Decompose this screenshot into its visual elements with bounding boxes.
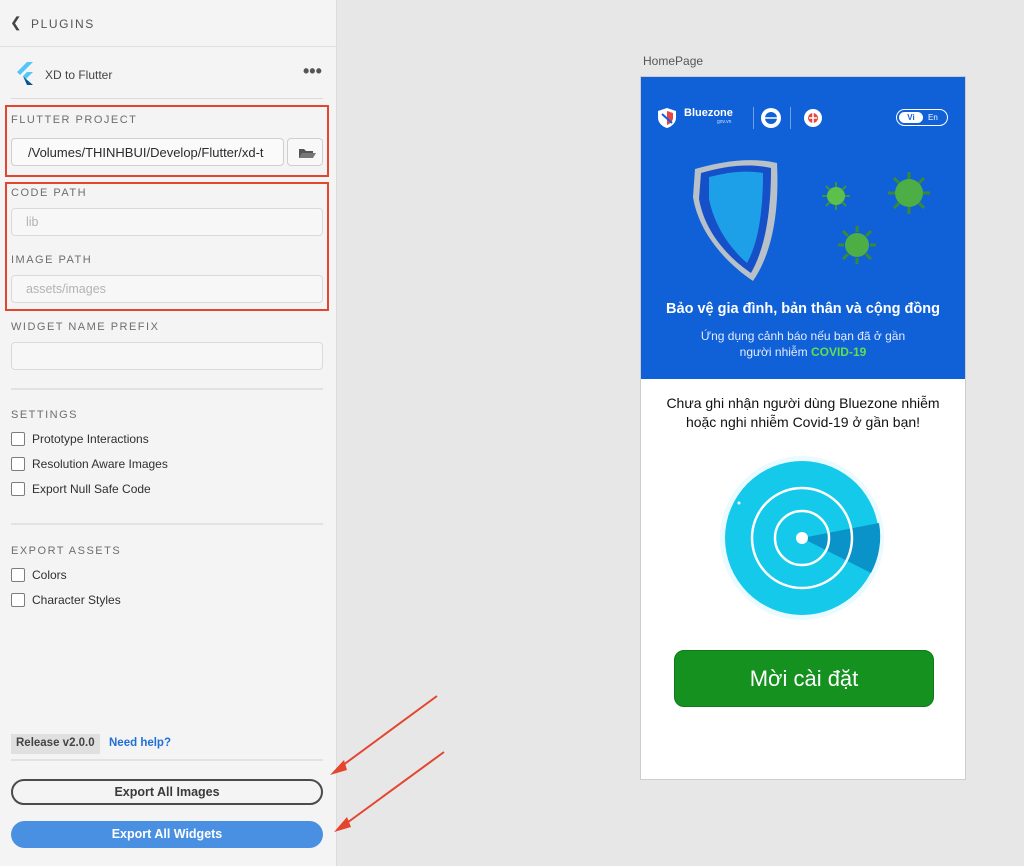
artboard-label[interactable]: HomePage [643, 54, 703, 68]
health-ministry-emblem-icon [804, 109, 822, 127]
code-path-input[interactable]: lib [11, 208, 323, 236]
bluezone-shield-logo-icon [658, 108, 676, 128]
checkbox-prototype-interactions[interactable]: Prototype Interactions [11, 431, 149, 447]
hero-subline: Ứng dụng cảnh báo nếu bạn đã ở gần [700, 329, 906, 343]
annotation-arrows [330, 695, 445, 832]
language-toggle[interactable]: Vi En [896, 109, 948, 126]
chevron-left-icon[interactable]: ❮ [10, 14, 22, 31]
divider [11, 759, 323, 761]
image-path-label: IMAGE PATH [11, 254, 93, 266]
hero-subline-text: người nhiễm [739, 345, 811, 359]
virus-icon [838, 226, 876, 264]
panel-header: ❮ PLUGINS [0, 0, 337, 47]
checkbox-character-styles[interactable]: Character Styles [11, 592, 121, 608]
brand-name: Bluezone [684, 107, 733, 119]
virus-icon [888, 172, 930, 214]
status-message: Chưa ghi nhận người dùng Bluezone nhiễm [666, 395, 940, 411]
plugin-panel: ❮ PLUGINS XD to Flutter ••• FLUTTER PROJ… [0, 0, 337, 866]
checkbox-label: Prototype Interactions [32, 432, 149, 446]
hero-subline: người nhiễm COVID-19 [641, 345, 965, 359]
more-dots-icon[interactable]: ••• [303, 61, 322, 82]
arrow-to-export-widgets [334, 751, 445, 832]
checkbox-label: Export Null Safe Code [32, 482, 151, 496]
virus-icon [822, 182, 850, 210]
divider [753, 107, 754, 129]
divider [11, 98, 323, 99]
install-button[interactable]: Mời cài đặt [674, 650, 934, 707]
shield-illustration-icon [693, 160, 778, 281]
browse-folder-button[interactable] [287, 138, 323, 166]
checkbox-label: Colors [32, 568, 67, 582]
code-path-label: CODE PATH [11, 187, 88, 199]
export-all-widgets-button[interactable]: Export All Widgets [11, 821, 323, 848]
checkbox-icon[interactable] [11, 568, 25, 582]
checkbox-resolution-aware-images[interactable]: Resolution Aware Images [11, 456, 168, 472]
plugin-name: XD to Flutter [45, 68, 113, 82]
release-badge: Release v2.0.0 [11, 734, 100, 754]
artboard-homepage[interactable]: Bluezone gov.vn Vi En Bảo vệ gia đình, b… [640, 76, 966, 780]
checkbox-icon[interactable] [11, 482, 25, 496]
radar-scan-icon [720, 456, 884, 620]
flutter-logo-icon [17, 62, 33, 85]
ministry-emblem-icon [761, 108, 781, 128]
covid-highlight: COVID-19 [810, 345, 867, 359]
widget-prefix-input[interactable] [11, 342, 323, 370]
checkbox-icon[interactable] [11, 457, 25, 471]
flutter-project-label: FLUTTER PROJECT [11, 114, 138, 126]
hero-banner: Bluezone gov.vn Vi En Bảo vệ gia đình, b… [641, 77, 965, 379]
plugin-row: XD to Flutter ••• [0, 48, 337, 99]
widget-prefix-label: WIDGET NAME PREFIX [11, 321, 160, 333]
checkbox-label: Character Styles [32, 593, 121, 607]
checkbox-export-null-safe-code[interactable]: Export Null Safe Code [11, 481, 151, 497]
panel-title: PLUGINS [31, 17, 95, 31]
divider [790, 107, 791, 129]
language-vi[interactable]: Vi [899, 112, 923, 123]
flutter-project-input[interactable]: /Volumes/THINHBUI/Develop/Flutter/xd-t [11, 138, 284, 166]
arrow-to-export-images [330, 695, 438, 775]
checkbox-colors[interactable]: Colors [11, 567, 67, 583]
export-assets-label: EXPORT ASSETS [11, 545, 122, 557]
checkbox-icon[interactable] [11, 593, 25, 607]
checkbox-label: Resolution Aware Images [32, 457, 168, 471]
need-help-link[interactable]: Need help? [109, 737, 171, 749]
divider [11, 388, 323, 390]
image-path-input[interactable]: assets/images [11, 275, 323, 303]
hero-headline: Bảo vệ gia đình, bản thân và cộng đồng [666, 301, 940, 317]
brand-domain: gov.vn [717, 119, 732, 125]
checkbox-icon[interactable] [11, 432, 25, 446]
export-all-images-button[interactable]: Export All Images [11, 779, 323, 805]
divider [11, 523, 323, 525]
language-en[interactable]: En [928, 112, 938, 123]
folder-icon [299, 149, 316, 158]
status-message: hoặc nghi nhiễm Covid-19 ở gần bạn! [685, 414, 921, 430]
settings-label: SETTINGS [11, 409, 79, 421]
